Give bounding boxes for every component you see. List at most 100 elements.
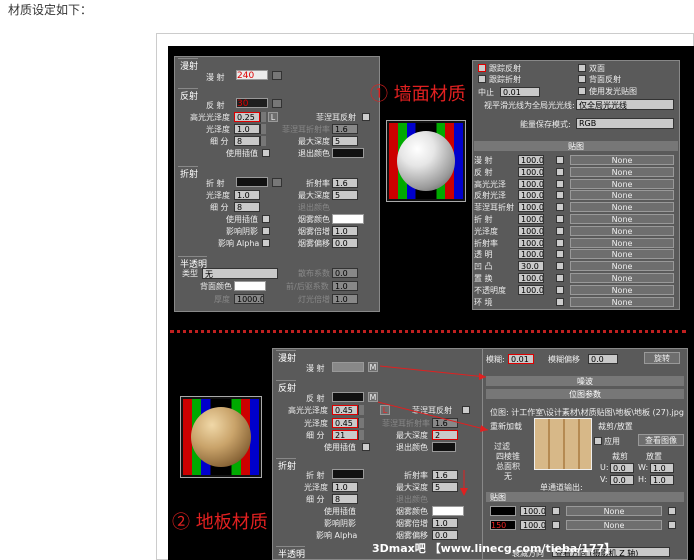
wall-diffuse-map-button[interactable]: [272, 71, 282, 80]
wall-double-checkbox[interactable]: [578, 64, 586, 72]
wall-material-label: ① 墙面材质: [370, 84, 466, 105]
map-amount[interactable]: 100.0: [518, 213, 544, 224]
wall-fogmult-label: 烟雾倍增: [298, 227, 330, 236]
wall-subdiv-spinner[interactable]: [260, 136, 266, 146]
wall-fogbias-input[interactable]: 0.0: [332, 238, 358, 248]
wall-interp-checkbox[interactable]: [262, 149, 270, 157]
wall-type-label: 类型: [182, 269, 198, 278]
map-slot-button[interactable]: None: [570, 284, 674, 295]
wall-treat-select[interactable]: 仅全局光光线: [576, 99, 674, 110]
wall-refract-subdiv-input[interactable]: 8: [234, 202, 260, 212]
map-enable-checkbox[interactable]: [556, 285, 564, 294]
wall-thick-label: 厚度: [214, 295, 230, 304]
wall-fresnel-ior-label: 菲涅耳折射率: [282, 125, 330, 134]
wall-shadows-label: 影响阴影: [226, 227, 258, 236]
map-enable-checkbox[interactable]: [556, 226, 564, 235]
wall-refract-maxdepth-input[interactable]: 5: [332, 190, 358, 200]
wall-hilight-spinner[interactable]: [260, 112, 266, 122]
map-amount[interactable]: 100.0: [518, 202, 544, 213]
map-amount[interactable]: 100.0: [518, 155, 544, 165]
wall-refract-map-button[interactable]: [272, 178, 282, 187]
map-amount[interactable]: 100.0: [518, 166, 544, 177]
map-slot-button[interactable]: None: [570, 190, 674, 201]
wall-shadows-checkbox[interactable]: [262, 227, 270, 235]
map-slot-button[interactable]: None: [570, 272, 674, 283]
wall-gloss-spinner[interactable]: [260, 124, 266, 134]
map-slot-button[interactable]: None: [570, 178, 674, 189]
wall-thick-input[interactable]: 1000.0: [234, 294, 264, 304]
wall-lock-button[interactable]: L: [268, 112, 278, 122]
wall-glossy-map-label: 使用发光贴图: [589, 87, 637, 96]
wall-scatter-input[interactable]: 0.0: [332, 268, 358, 278]
wall-backcolor-swatch[interactable]: [234, 281, 266, 291]
wall-ior-input[interactable]: 1.6: [332, 178, 358, 188]
wall-diffuse-color[interactable]: 240: [236, 70, 268, 81]
map-enable-checkbox[interactable]: [556, 203, 564, 212]
map-amount[interactable]: 100.0: [518, 272, 544, 283]
wall-maxdepth-label: 最大深度: [298, 137, 330, 146]
wall-trace-reflect-checkbox[interactable]: [478, 64, 486, 72]
map-slot-button[interactable]: None: [570, 249, 674, 260]
map-name: 置 换: [474, 273, 493, 283]
map-slot-button[interactable]: None: [570, 166, 674, 177]
wall-fogcolor-swatch[interactable]: [332, 214, 364, 224]
map-amount[interactable]: 100.0: [518, 284, 544, 295]
map-enable-checkbox[interactable]: [556, 238, 564, 247]
wall-energy-select[interactable]: RGB: [576, 118, 674, 129]
map-name: 漫 射: [474, 156, 493, 165]
wall-trace-refract-checkbox[interactable]: [478, 75, 486, 83]
wall-maxdepth-input[interactable]: 5: [332, 136, 358, 146]
wall-hilight-input[interactable]: 0.25: [234, 112, 260, 122]
wall-reflect-section: 反射: [178, 88, 199, 102]
wall-maps-title[interactable]: 贴图: [474, 141, 678, 151]
wall-fresnel-checkbox[interactable]: [362, 113, 370, 121]
wall-backside-label: 背面反射: [589, 75, 621, 84]
map-amount[interactable]: 100.0: [518, 190, 544, 201]
map-amount[interactable]: 100.0: [518, 249, 544, 260]
wall-fb-input[interactable]: 1.0: [332, 281, 358, 291]
map-enable-checkbox[interactable]: [556, 262, 564, 271]
map-slot-button[interactable]: None: [570, 213, 674, 224]
map-slot-button[interactable]: None: [570, 155, 674, 165]
wall-refract-color[interactable]: [236, 177, 268, 187]
map-enable-checkbox[interactable]: [556, 273, 564, 282]
map-enable-checkbox[interactable]: [556, 297, 564, 306]
wall-cutoff-input[interactable]: 0.01: [500, 87, 540, 97]
map-name: 不透明度: [474, 285, 506, 295]
map-slot-button[interactable]: None: [570, 296, 674, 307]
wall-refract-interp-checkbox[interactable]: [262, 215, 270, 223]
wall-refract-gloss-label: 光泽度: [206, 191, 230, 200]
wall-refract-gloss-input[interactable]: 1.0: [234, 190, 260, 200]
wall-backside-checkbox[interactable]: [578, 75, 586, 83]
wall-alpha-checkbox[interactable]: [262, 239, 270, 247]
wall-light-input[interactable]: 1.0: [332, 294, 358, 304]
map-enable-checkbox[interactable]: [556, 179, 564, 188]
map-enable-checkbox[interactable]: [556, 250, 564, 259]
wall-refract-label: 折 射: [206, 179, 225, 188]
map-amount[interactable]: 100.0: [518, 225, 544, 236]
wall-gloss-input[interactable]: 1.0: [234, 124, 260, 134]
map-amount[interactable]: 100.0: [518, 178, 544, 189]
wall-fresnel-ior-input[interactable]: 1.6: [332, 124, 358, 134]
map-enable-checkbox[interactable]: [556, 167, 564, 176]
wall-exitcolor-swatch[interactable]: [332, 148, 364, 158]
map-enable-checkbox[interactable]: [556, 156, 564, 164]
wall-map-row: 高光光泽 100.0 None: [474, 178, 678, 191]
map-enable-checkbox[interactable]: [556, 214, 564, 223]
wall-subdiv-input[interactable]: 8: [234, 136, 260, 146]
map-slot-button[interactable]: None: [570, 225, 674, 236]
wall-diffuse-label: 漫 射: [206, 73, 225, 82]
map-amount[interactable]: 30.0: [518, 261, 544, 272]
map-slot-button[interactable]: None: [570, 261, 674, 272]
wall-reflect-map-button[interactable]: [272, 99, 282, 108]
wall-glossy-map-checkbox[interactable]: [578, 87, 586, 95]
map-slot-button[interactable]: None: [570, 237, 674, 248]
map-enable-checkbox[interactable]: [556, 191, 564, 200]
wall-reflect-color[interactable]: 30: [236, 98, 268, 109]
map-name: 折射率: [474, 238, 498, 248]
map-amount[interactable]: 100.0: [518, 237, 544, 248]
wall-type-select[interactable]: 无: [202, 268, 278, 279]
map-slot-button[interactable]: None: [570, 202, 674, 213]
wall-fogmult-input[interactable]: 1.0: [332, 226, 358, 236]
map-name: 环 境: [474, 297, 493, 307]
